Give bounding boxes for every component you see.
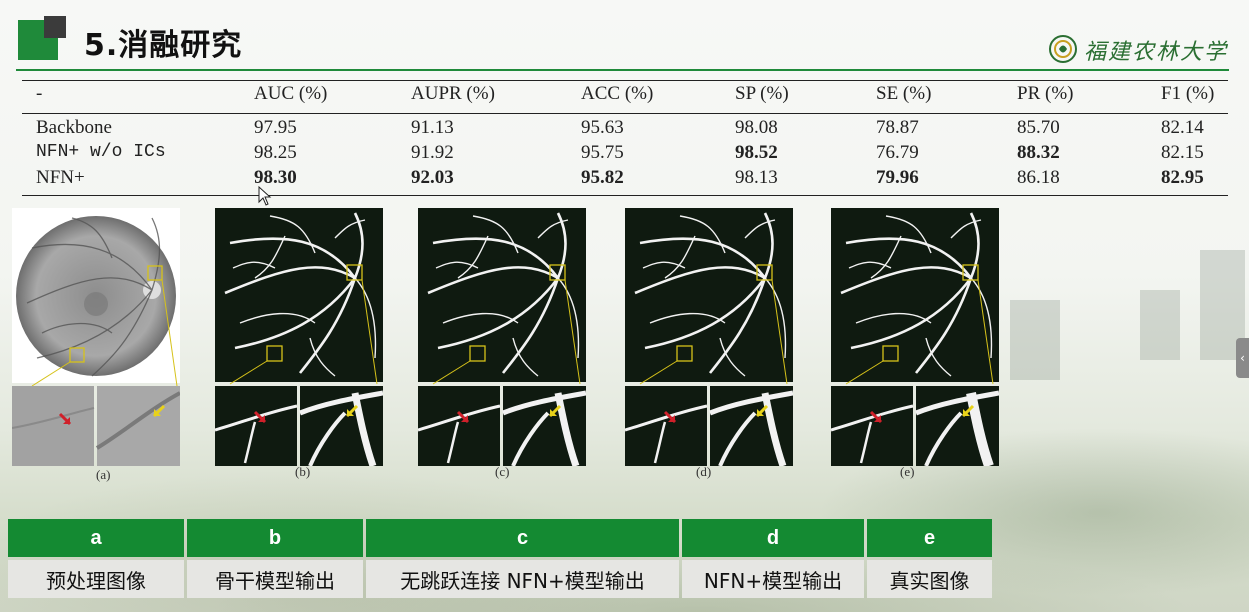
table-cell: 95.63 [581,117,624,138]
legend-description-row: 预处理图像 骨干模型输出 无跳跃连接 NFN+模型输出 NFN+模型输出 真实图… [8,560,992,600]
table-cell: 78.87 [876,117,919,138]
slide-title: 5.消融研究 [84,28,243,63]
legend-header-row: a b c d e [8,519,992,559]
legend-letter: d [682,519,864,557]
figure-caption-c: (c) [495,464,510,479]
table-top-rule [22,80,1228,81]
table-cell-best: 82.95 [1161,167,1204,188]
table-header-cell: F1 (%) [1161,83,1215,104]
red-arrow-icon [663,410,677,424]
table-cell: 95.75 [581,142,624,163]
table-row-label: Backbone [36,117,112,138]
title-divider [16,69,1229,71]
background-building [1010,300,1060,380]
table-header-cell: AUPR (%) [411,83,495,104]
table-cell: 91.13 [411,117,454,138]
table-cell: 82.15 [1161,142,1204,163]
mouse-cursor-icon [258,186,272,206]
vessel-segmentation-image [418,208,586,466]
figure-caption-d: (d) [696,464,712,479]
title-accent-square-dark [44,16,66,38]
table-cell: 82.14 [1161,117,1204,138]
university-logo-icon [1049,35,1077,63]
table-cell-best: 88.32 [1017,142,1060,163]
legend-letter: c [366,519,679,557]
yellow-arrow-icon [755,404,769,418]
table-cell: 91.92 [411,142,454,163]
university-name: 福建农林大学 [1084,40,1229,65]
table-cell: 76.79 [876,142,919,163]
legend-description: 无跳跃连接 NFN+模型输出 [366,560,679,598]
table-bottom-rule [22,195,1228,196]
yellow-arrow-icon [548,404,562,418]
figure-panel-e [831,208,999,466]
legend-description: 预处理图像 [8,560,184,598]
table-header-cell: PR (%) [1017,83,1074,104]
legend-letter: b [187,519,363,557]
table-cell-best: 79.96 [876,167,919,188]
table-cell: 97.95 [254,117,297,138]
table-cell: 86.18 [1017,167,1060,188]
table-header-rule [22,113,1228,114]
table-header-cell: SP (%) [735,83,789,104]
yellow-arrow-icon [961,404,975,418]
red-arrow-icon [869,410,883,424]
table-row-label: NFN+ [36,167,85,188]
red-arrow-icon [456,410,470,424]
table-cell: 98.25 [254,142,297,163]
figure-caption-b: (b) [295,464,311,479]
vessel-segmentation-image [215,208,383,466]
figure-panel-c [418,208,586,466]
legend-table: a b c d e 预处理图像 骨干模型输出 无跳跃连接 NFN+模型输出 NF… [8,519,992,600]
legend-description: 骨干模型输出 [187,560,363,598]
legend-letter: a [8,519,184,557]
table-header-cell: ACC (%) [581,83,654,104]
figure-caption-a: (a) [96,467,111,482]
background-building [1140,290,1180,360]
vessel-segmentation-image [625,208,793,466]
legend-letter: e [867,519,992,557]
table-cell: 98.08 [735,117,778,138]
figure-panel-a [12,208,180,468]
collapse-chevron-icon[interactable]: ‹ [1236,338,1249,378]
legend-description: 真实图像 [867,560,992,598]
figure-panel-b [215,208,383,466]
table-header-cell: SE (%) [876,83,932,104]
table-header-cell: AUC (%) [254,83,328,104]
fundus-image [12,208,180,466]
table-cell-best: 92.03 [411,167,454,188]
figure-caption-e: (e) [900,464,915,479]
red-arrow-icon [253,410,267,424]
table-cell: 85.70 [1017,117,1060,138]
red-arrow-icon [58,412,72,426]
table-row-label: NFN+ w/o ICs [36,142,166,162]
legend-description: NFN+模型输出 [682,560,864,598]
yellow-arrow-icon [345,404,359,418]
table-cell: 98.13 [735,167,778,188]
table-cell-best: 95.82 [581,167,624,188]
table-cell-best: 98.52 [735,142,778,163]
yellow-arrow-icon [152,404,166,418]
figure-panel-d [625,208,793,466]
vessel-segmentation-image [831,208,999,466]
table-header-cell: - [36,83,43,104]
